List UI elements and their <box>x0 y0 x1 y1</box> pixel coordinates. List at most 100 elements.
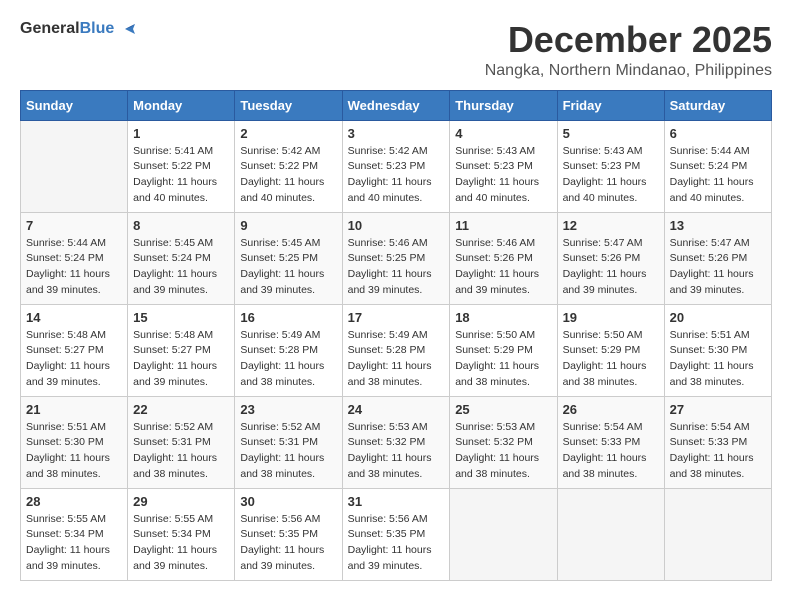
day-number: 2 <box>240 126 336 141</box>
day-number: 26 <box>563 402 659 417</box>
calendar-cell: 17 Sunrise: 5:49 AMSunset: 5:28 PMDayligh… <box>342 304 450 396</box>
day-number: 21 <box>26 402 122 417</box>
col-friday: Friday <box>557 90 664 120</box>
calendar-cell: 16 Sunrise: 5:49 AMSunset: 5:28 PMDayligh… <box>235 304 342 396</box>
col-tuesday: Tuesday <box>235 90 342 120</box>
col-saturday: Saturday <box>664 90 771 120</box>
calendar-cell: 1 Sunrise: 5:41 AMSunset: 5:22 PMDaylight… <box>128 120 235 212</box>
col-monday: Monday <box>128 90 235 120</box>
calendar-cell: 27Sunrise: 5:54 AMSunset: 5:33 PMDayligh… <box>664 396 771 488</box>
col-thursday: Thursday <box>450 90 557 120</box>
calendar-cell: 14 Sunrise: 5:48 AMSunset: 5:27 PMDayligh… <box>21 304 128 396</box>
day-number: 8 <box>133 218 229 233</box>
day-info: Sunrise: 5:42 AMSunset: 5:23 PMDaylight:… <box>348 144 445 207</box>
calendar-cell: 9 Sunrise: 5:45 AMSunset: 5:25 PMDaylight… <box>235 212 342 304</box>
day-info: Sunrise: 5:51 AMSunset: 5:30 PMDaylight:… <box>670 328 766 391</box>
calendar-cell: 24 Sunrise: 5:53 AMSunset: 5:32 PMDayligh… <box>342 396 450 488</box>
day-info: Sunrise: 5:46 AMSunset: 5:26 PMDaylight:… <box>455 236 551 299</box>
day-number: 14 <box>26 310 122 325</box>
calendar-body: 1 Sunrise: 5:41 AMSunset: 5:22 PMDaylight… <box>21 120 772 580</box>
calendar-cell: 29Sunrise: 5:55 AMSunset: 5:34 PMDayligh… <box>128 488 235 580</box>
day-number: 22 <box>133 402 229 417</box>
day-info: Sunrise: 5:55 AMSunset: 5:34 PMDaylight:… <box>26 512 122 575</box>
calendar-header: Sunday Monday Tuesday Wednesday Thursday… <box>21 90 772 120</box>
calendar-cell: 18Sunrise: 5:50 AMSunset: 5:29 PMDayligh… <box>450 304 557 396</box>
day-info: Sunrise: 5:46 AMSunset: 5:25 PMDaylight:… <box>348 236 445 299</box>
day-number: 16 <box>240 310 336 325</box>
calendar-cell: 11 Sunrise: 5:46 AMSunset: 5:26 PMDayligh… <box>450 212 557 304</box>
day-info: Sunrise: 5:45 AMSunset: 5:24 PMDaylight:… <box>133 236 229 299</box>
day-info: Sunrise: 5:56 AMSunset: 5:35 PMDaylight:… <box>240 512 336 575</box>
day-number: 17 <box>348 310 445 325</box>
day-number: 27 <box>670 402 766 417</box>
calendar-cell: 22 Sunrise: 5:52 AMSunset: 5:31 PMDayligh… <box>128 396 235 488</box>
day-info: Sunrise: 5:49 AMSunset: 5:28 PMDaylight:… <box>348 328 445 391</box>
col-wednesday: Wednesday <box>342 90 450 120</box>
day-info: Sunrise: 5:48 AMSunset: 5:27 PMDaylight:… <box>26 328 122 391</box>
day-info: Sunrise: 5:50 AMSunset: 5:29 PMDaylight:… <box>563 328 659 391</box>
day-number: 24 <box>348 402 445 417</box>
calendar-cell: 19 Sunrise: 5:50 AMSunset: 5:29 PMDayligh… <box>557 304 664 396</box>
calendar-cell <box>557 488 664 580</box>
calendar-cell: 23 Sunrise: 5:52 AMSunset: 5:31 PMDayligh… <box>235 396 342 488</box>
day-info: Sunrise: 5:43 AMSunset: 5:23 PMDaylight:… <box>563 144 659 207</box>
calendar-cell: 13 Sunrise: 5:47 AMSunset: 5:26 PMDayligh… <box>664 212 771 304</box>
calendar-cell: 2 Sunrise: 5:42 AMSunset: 5:22 PMDaylight… <box>235 120 342 212</box>
day-number: 23 <box>240 402 336 417</box>
calendar-cell: 8 Sunrise: 5:45 AMSunset: 5:24 PMDaylight… <box>128 212 235 304</box>
day-info: Sunrise: 5:51 AMSunset: 5:30 PMDaylight:… <box>26 420 122 483</box>
day-number: 13 <box>670 218 766 233</box>
calendar-cell: 12 Sunrise: 5:47 AMSunset: 5:26 PMDayligh… <box>557 212 664 304</box>
logo-bird-icon <box>121 20 139 38</box>
calendar-cell: 25 Sunrise: 5:53 AMSunset: 5:32 PMDayligh… <box>450 396 557 488</box>
day-number: 9 <box>240 218 336 233</box>
calendar-cell: 5 Sunrise: 5:43 AMSunset: 5:23 PMDaylight… <box>557 120 664 212</box>
day-info: Sunrise: 5:41 AMSunset: 5:22 PMDaylight:… <box>133 144 229 207</box>
day-number: 19 <box>563 310 659 325</box>
month-title: December 2025 <box>485 20 772 60</box>
day-info: Sunrise: 5:48 AMSunset: 5:27 PMDaylight:… <box>133 328 229 391</box>
calendar-week-2: 7 Sunrise: 5:44 AMSunset: 5:24 PMDaylight… <box>21 212 772 304</box>
day-info: Sunrise: 5:53 AMSunset: 5:32 PMDaylight:… <box>348 420 445 483</box>
day-number: 28 <box>26 494 122 509</box>
header-row: Sunday Monday Tuesday Wednesday Thursday… <box>21 90 772 120</box>
day-info: Sunrise: 5:44 AMSunset: 5:24 PMDaylight:… <box>26 236 122 299</box>
calendar-cell <box>21 120 128 212</box>
day-info: Sunrise: 5:53 AMSunset: 5:32 PMDaylight:… <box>455 420 551 483</box>
day-number: 1 <box>133 126 229 141</box>
day-number: 10 <box>348 218 445 233</box>
day-info: Sunrise: 5:49 AMSunset: 5:28 PMDaylight:… <box>240 328 336 391</box>
calendar-cell: 10 Sunrise: 5:46 AMSunset: 5:25 PMDayligh… <box>342 212 450 304</box>
day-number: 5 <box>563 126 659 141</box>
day-info: Sunrise: 5:45 AMSunset: 5:25 PMDaylight:… <box>240 236 336 299</box>
calendar-cell: 31Sunrise: 5:56 AMSunset: 5:35 PMDayligh… <box>342 488 450 580</box>
day-number: 15 <box>133 310 229 325</box>
calendar-cell: 4Sunrise: 5:43 AMSunset: 5:23 PMDaylight… <box>450 120 557 212</box>
day-info: Sunrise: 5:47 AMSunset: 5:26 PMDaylight:… <box>563 236 659 299</box>
day-number: 7 <box>26 218 122 233</box>
calendar-table: Sunday Monday Tuesday Wednesday Thursday… <box>20 90 772 581</box>
calendar-cell: 6Sunrise: 5:44 AMSunset: 5:24 PMDaylight… <box>664 120 771 212</box>
day-number: 11 <box>455 218 551 233</box>
calendar-cell: 21 Sunrise: 5:51 AMSunset: 5:30 PMDayligh… <box>21 396 128 488</box>
calendar-week-3: 14 Sunrise: 5:48 AMSunset: 5:27 PMDayligh… <box>21 304 772 396</box>
day-info: Sunrise: 5:47 AMSunset: 5:26 PMDaylight:… <box>670 236 766 299</box>
day-info: Sunrise: 5:52 AMSunset: 5:31 PMDaylight:… <box>133 420 229 483</box>
day-number: 12 <box>563 218 659 233</box>
day-number: 18 <box>455 310 551 325</box>
day-number: 25 <box>455 402 551 417</box>
day-info: Sunrise: 5:52 AMSunset: 5:31 PMDaylight:… <box>240 420 336 483</box>
calendar-cell: 7 Sunrise: 5:44 AMSunset: 5:24 PMDaylight… <box>21 212 128 304</box>
calendar-cell <box>450 488 557 580</box>
calendar-week-4: 21 Sunrise: 5:51 AMSunset: 5:30 PMDayligh… <box>21 396 772 488</box>
calendar-cell <box>664 488 771 580</box>
calendar-week-5: 28 Sunrise: 5:55 AMSunset: 5:34 PMDayligh… <box>21 488 772 580</box>
calendar-cell: 20 Sunrise: 5:51 AMSunset: 5:30 PMDayligh… <box>664 304 771 396</box>
calendar-week-1: 1 Sunrise: 5:41 AMSunset: 5:22 PMDaylight… <box>21 120 772 212</box>
day-number: 30 <box>240 494 336 509</box>
day-number: 20 <box>670 310 766 325</box>
calendar-cell: 3Sunrise: 5:42 AMSunset: 5:23 PMDaylight… <box>342 120 450 212</box>
page-header: GeneralBlue December 2025 Nangka, Northe… <box>20 20 772 80</box>
day-info: Sunrise: 5:56 AMSunset: 5:35 PMDaylight:… <box>348 512 445 575</box>
day-info: Sunrise: 5:42 AMSunset: 5:22 PMDaylight:… <box>240 144 336 207</box>
